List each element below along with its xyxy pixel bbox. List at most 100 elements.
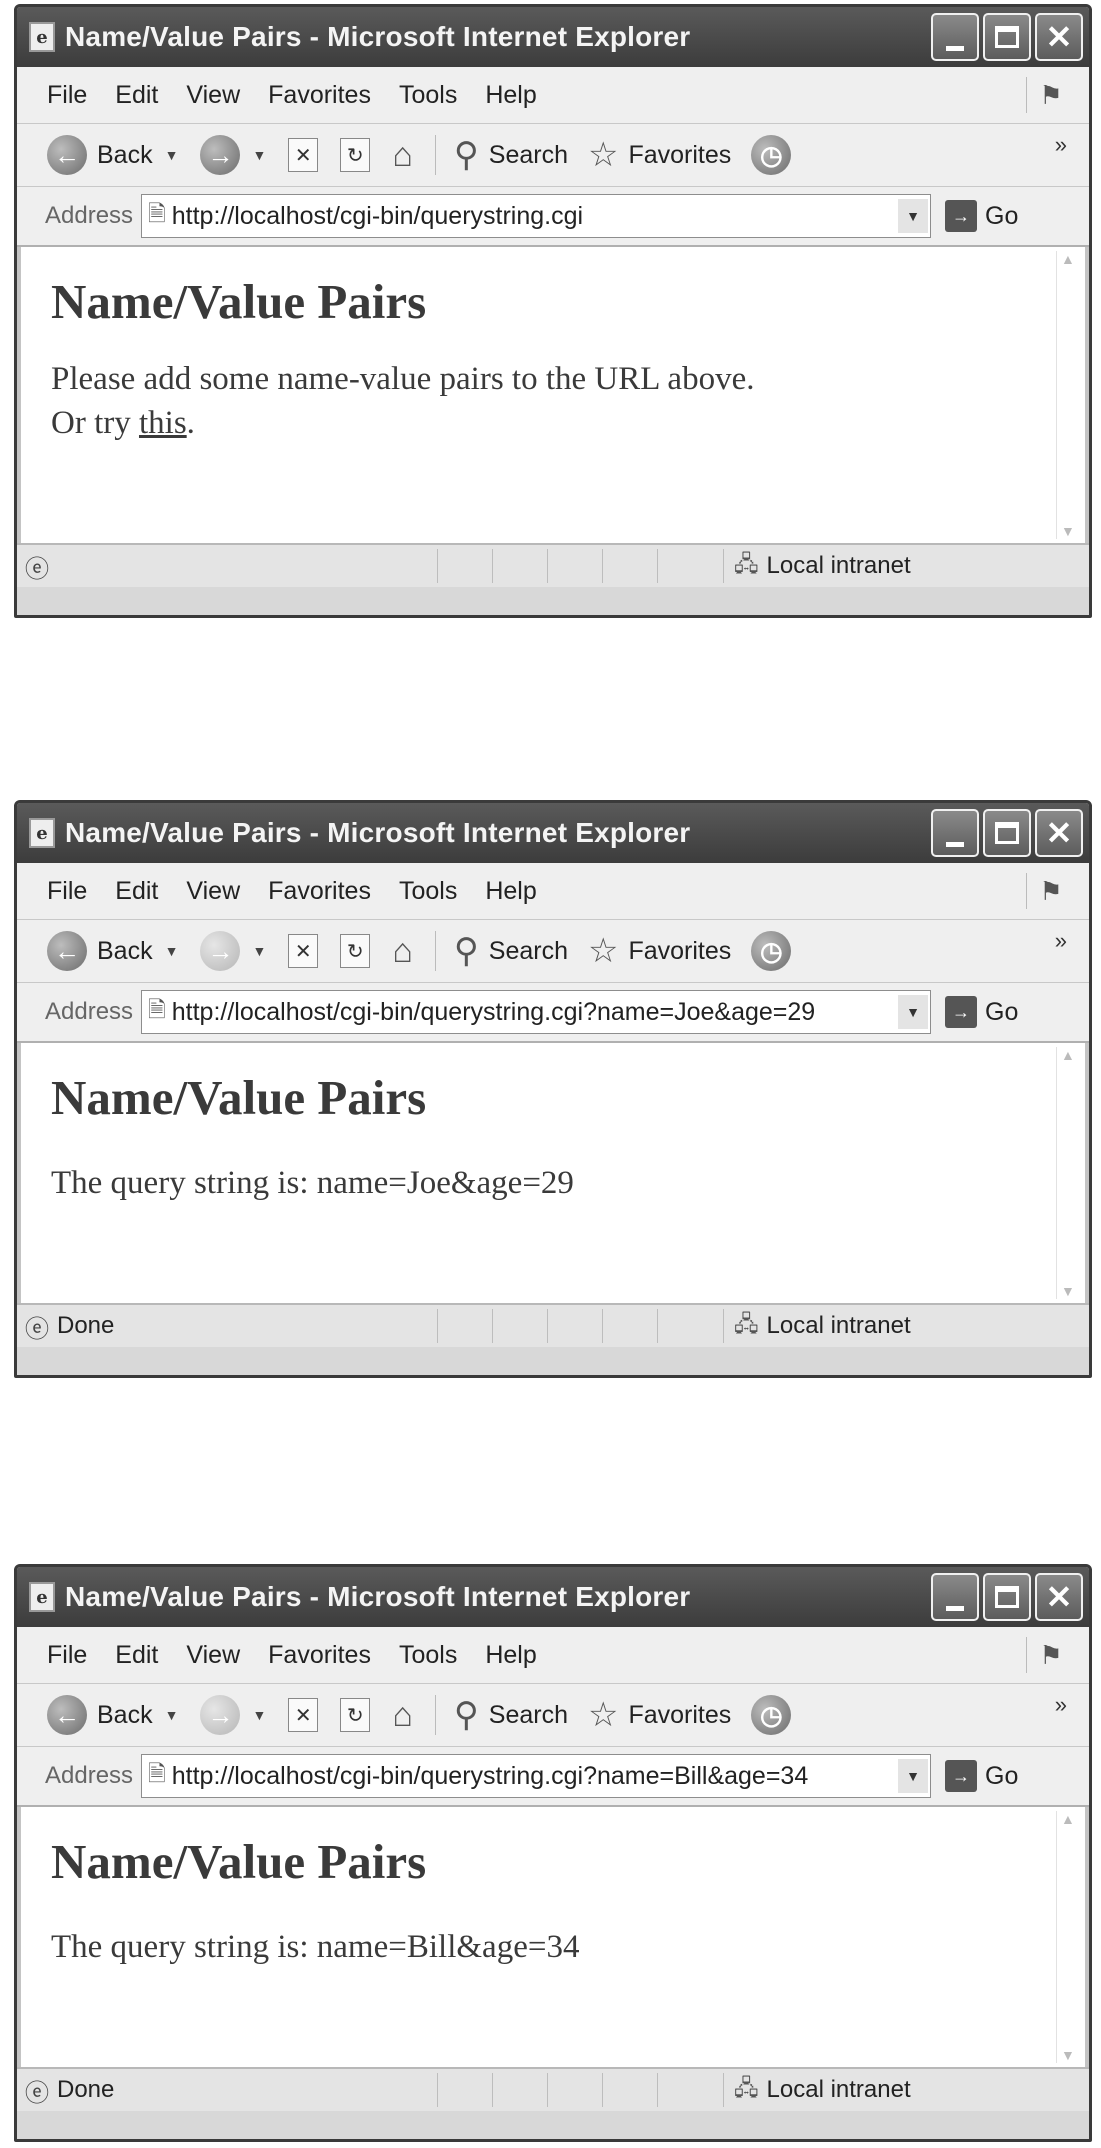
stop-icon[interactable]: ✕: [288, 1698, 319, 1732]
back-arrow-icon[interactable]: ←: [47, 135, 87, 175]
title-bar[interactable]: e Name/Value Pairs - Microsoft Internet …: [17, 1567, 1089, 1627]
forward-dropdown-icon[interactable]: ▼: [252, 943, 266, 959]
menu-file[interactable]: File: [47, 1641, 87, 1670]
menu-edit[interactable]: Edit: [115, 877, 158, 906]
scroll-up-icon[interactable]: ▲: [1061, 1811, 1075, 1827]
address-input[interactable]: 🗎 http://localhost/cgi-bin/querystring.c…: [141, 990, 932, 1034]
stop-icon[interactable]: ✕: [288, 138, 319, 172]
menu-view[interactable]: View: [186, 81, 240, 110]
history-icon[interactable]: ◷: [751, 135, 792, 175]
ie-page-icon[interactable]: e: [29, 818, 55, 848]
address-dropdown-icon[interactable]: ▼: [898, 1759, 929, 1793]
close-button[interactable]: ✕: [1035, 13, 1083, 61]
back-button-label[interactable]: Back: [97, 141, 153, 170]
search-icon[interactable]: ⚲: [454, 931, 479, 971]
toolbar-chevron-icon[interactable]: »: [1055, 132, 1067, 158]
menu-favorites[interactable]: Favorites: [268, 1641, 371, 1670]
go-button[interactable]: → Go: [945, 996, 1018, 1028]
page-heading: Name/Value Pairs: [51, 1834, 427, 1889]
address-url[interactable]: http://localhost/cgi-bin/querystring.cgi…: [172, 1762, 872, 1791]
favorites-button-label[interactable]: Favorites: [628, 141, 731, 170]
scroll-up-icon[interactable]: ▲: [1061, 251, 1075, 267]
back-dropdown-icon[interactable]: ▼: [165, 943, 179, 959]
forward-dropdown-icon[interactable]: ▼: [252, 1707, 266, 1723]
forward-arrow-icon[interactable]: →: [200, 135, 241, 175]
search-icon[interactable]: ⚲: [454, 1695, 479, 1735]
maximize-button[interactable]: [983, 13, 1031, 61]
back-dropdown-icon[interactable]: ▼: [165, 1707, 179, 1723]
home-icon[interactable]: ⌂: [392, 136, 413, 175]
back-dropdown-icon[interactable]: ▼: [165, 147, 179, 163]
scroll-down-icon[interactable]: ▼: [1061, 2047, 1075, 2063]
vertical-scrollbar[interactable]: ▲ ▼: [1056, 1047, 1081, 1299]
menu-favorites[interactable]: Favorites: [268, 877, 371, 906]
close-button[interactable]: ✕: [1035, 1573, 1083, 1621]
menu-edit[interactable]: Edit: [115, 81, 158, 110]
address-input[interactable]: 🗎 http://localhost/cgi-bin/querystring.c…: [141, 1754, 932, 1798]
vertical-scrollbar[interactable]: ▲ ▼: [1056, 251, 1081, 539]
go-button[interactable]: → Go: [945, 200, 1018, 232]
title-bar[interactable]: e Name/Value Pairs - Microsoft Internet …: [17, 803, 1089, 863]
this-link[interactable]: this: [139, 405, 187, 441]
maximize-button[interactable]: [983, 809, 1031, 857]
search-button-label[interactable]: Search: [489, 937, 568, 966]
menu-help[interactable]: Help: [485, 81, 536, 110]
refresh-icon[interactable]: ↻: [340, 138, 371, 172]
home-icon[interactable]: ⌂: [392, 932, 413, 971]
scroll-down-icon[interactable]: ▼: [1061, 1283, 1075, 1299]
close-button[interactable]: ✕: [1035, 809, 1083, 857]
menu-view[interactable]: View: [186, 1641, 240, 1670]
scroll-up-icon[interactable]: ▲: [1061, 1047, 1075, 1063]
scroll-down-icon[interactable]: ▼: [1061, 523, 1075, 539]
menu-favorites[interactable]: Favorites: [268, 81, 371, 110]
minimize-button[interactable]: [931, 1573, 979, 1621]
favorites-button-label[interactable]: Favorites: [628, 937, 731, 966]
address-dropdown-icon[interactable]: ▼: [898, 199, 929, 233]
history-icon[interactable]: ◷: [751, 931, 792, 971]
refresh-icon[interactable]: ↻: [340, 934, 371, 968]
menu-help[interactable]: Help: [485, 1641, 536, 1670]
minimize-button[interactable]: [931, 13, 979, 61]
maximize-button[interactable]: [983, 1573, 1031, 1621]
favorites-star-icon[interactable]: ☆: [588, 1695, 618, 1735]
forward-arrow-icon[interactable]: →: [200, 1695, 241, 1735]
vertical-scrollbar[interactable]: ▲ ▼: [1056, 1811, 1081, 2063]
search-icon[interactable]: ⚲: [454, 135, 479, 175]
menu-tools[interactable]: Tools: [399, 1641, 457, 1670]
refresh-icon[interactable]: ↻: [340, 1698, 371, 1732]
home-icon[interactable]: ⌂: [392, 1696, 413, 1735]
menu-file[interactable]: File: [47, 81, 87, 110]
ie-page-icon[interactable]: e: [29, 22, 55, 52]
address-url[interactable]: http://localhost/cgi-bin/querystring.cgi: [172, 202, 872, 231]
back-button-label[interactable]: Back: [97, 937, 153, 966]
back-arrow-icon[interactable]: ←: [47, 931, 87, 971]
favorites-star-icon[interactable]: ☆: [588, 931, 618, 971]
back-button-label[interactable]: Back: [97, 1701, 153, 1730]
menu-tools[interactable]: Tools: [399, 81, 457, 110]
menu-tools[interactable]: Tools: [399, 877, 457, 906]
page-icon: 🗎: [148, 201, 166, 226]
forward-arrow-icon[interactable]: →: [200, 931, 241, 971]
menu-view[interactable]: View: [186, 877, 240, 906]
favorites-star-icon[interactable]: ☆: [588, 135, 618, 175]
menu-help[interactable]: Help: [485, 877, 536, 906]
toolbar-chevron-icon[interactable]: »: [1055, 1692, 1067, 1718]
ie-page-icon[interactable]: e: [29, 1582, 55, 1612]
search-button-label[interactable]: Search: [489, 141, 568, 170]
address-url[interactable]: http://localhost/cgi-bin/querystring.cgi…: [172, 998, 872, 1027]
back-arrow-icon[interactable]: ←: [47, 1695, 87, 1735]
favorites-button-label[interactable]: Favorites: [628, 1701, 731, 1730]
history-icon[interactable]: ◷: [751, 1695, 792, 1735]
minimize-button[interactable]: [931, 809, 979, 857]
page-body: Name/Value Pairs Please add some name-va…: [21, 247, 1085, 445]
stop-icon[interactable]: ✕: [288, 934, 319, 968]
search-button-label[interactable]: Search: [489, 1701, 568, 1730]
go-button[interactable]: → Go: [945, 1760, 1018, 1792]
toolbar-chevron-icon[interactable]: »: [1055, 928, 1067, 954]
menu-file[interactable]: File: [47, 877, 87, 906]
address-input[interactable]: 🗎 http://localhost/cgi-bin/querystring.c…: [141, 194, 932, 238]
forward-dropdown-icon[interactable]: ▼: [252, 147, 266, 163]
menu-edit[interactable]: Edit: [115, 1641, 158, 1670]
address-dropdown-icon[interactable]: ▼: [898, 995, 929, 1029]
title-bar[interactable]: e Name/Value Pairs - Microsoft Internet …: [17, 7, 1089, 67]
